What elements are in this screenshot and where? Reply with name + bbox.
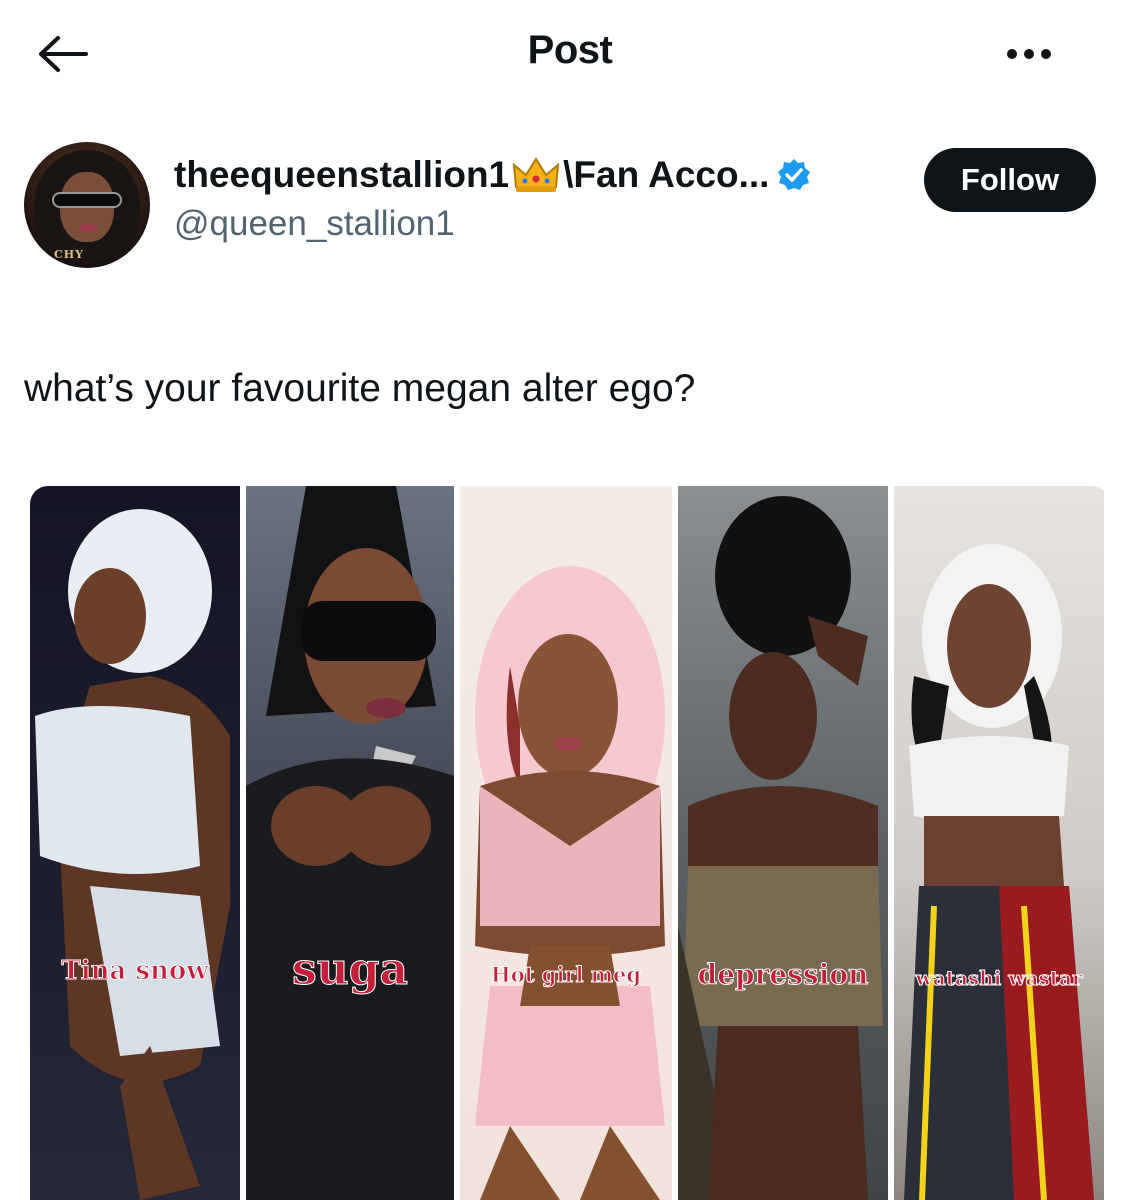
top-bar: Post	[0, 0, 1140, 110]
avatar[interactable]: CHY	[24, 142, 150, 268]
ellipsis-icon	[1007, 49, 1017, 59]
panel-label: depression	[697, 958, 869, 992]
panel-label: watashi wastar	[915, 966, 1083, 991]
post-text: what’s your favourite megan alter ego?	[24, 367, 696, 410]
media-panel-1[interactable]: Tina snow	[30, 486, 240, 1200]
post-author: CHY theequeenstallion1 \Fan Acco... @que…	[24, 142, 1116, 272]
portrait-figure	[246, 486, 454, 1200]
portrait-figure	[475, 566, 665, 1200]
display-name-suffix: \Fan Acco...	[563, 154, 770, 195]
portrait-figure	[904, 544, 1094, 1200]
user-handle[interactable]: @queen_stallion1	[174, 204, 904, 244]
post-media[interactable]: Tina snow suga Hot girl meg depression w…	[30, 486, 1110, 1200]
follow-button[interactable]: Follow	[924, 148, 1096, 212]
portrait-figure	[678, 496, 883, 1200]
panel-label: suga	[291, 944, 409, 996]
portrait-figure	[35, 509, 230, 1200]
panel-label: Hot girl meg	[490, 962, 642, 988]
media-panel-2[interactable]: suga	[246, 486, 454, 1200]
display-name[interactable]: theequeenstallion1 \Fan Acco...	[174, 154, 904, 196]
media-panel-5[interactable]: watashi wastar	[894, 486, 1104, 1200]
media-panel-3[interactable]: Hot girl meg	[460, 486, 672, 1200]
panel-label: Tina snow	[61, 956, 209, 987]
media-panel-4[interactable]: depression	[678, 486, 888, 1200]
verified-badge-icon	[778, 159, 811, 190]
display-name-text: theequeenstallion1	[174, 154, 510, 195]
avatar-text: CHY	[54, 248, 85, 261]
page-title: Post	[527, 28, 613, 72]
author-names: theequeenstallion1 \Fan Acco... @queen_s…	[174, 154, 904, 244]
more-options-button[interactable]	[994, 30, 1064, 78]
crown-icon	[512, 157, 560, 192]
